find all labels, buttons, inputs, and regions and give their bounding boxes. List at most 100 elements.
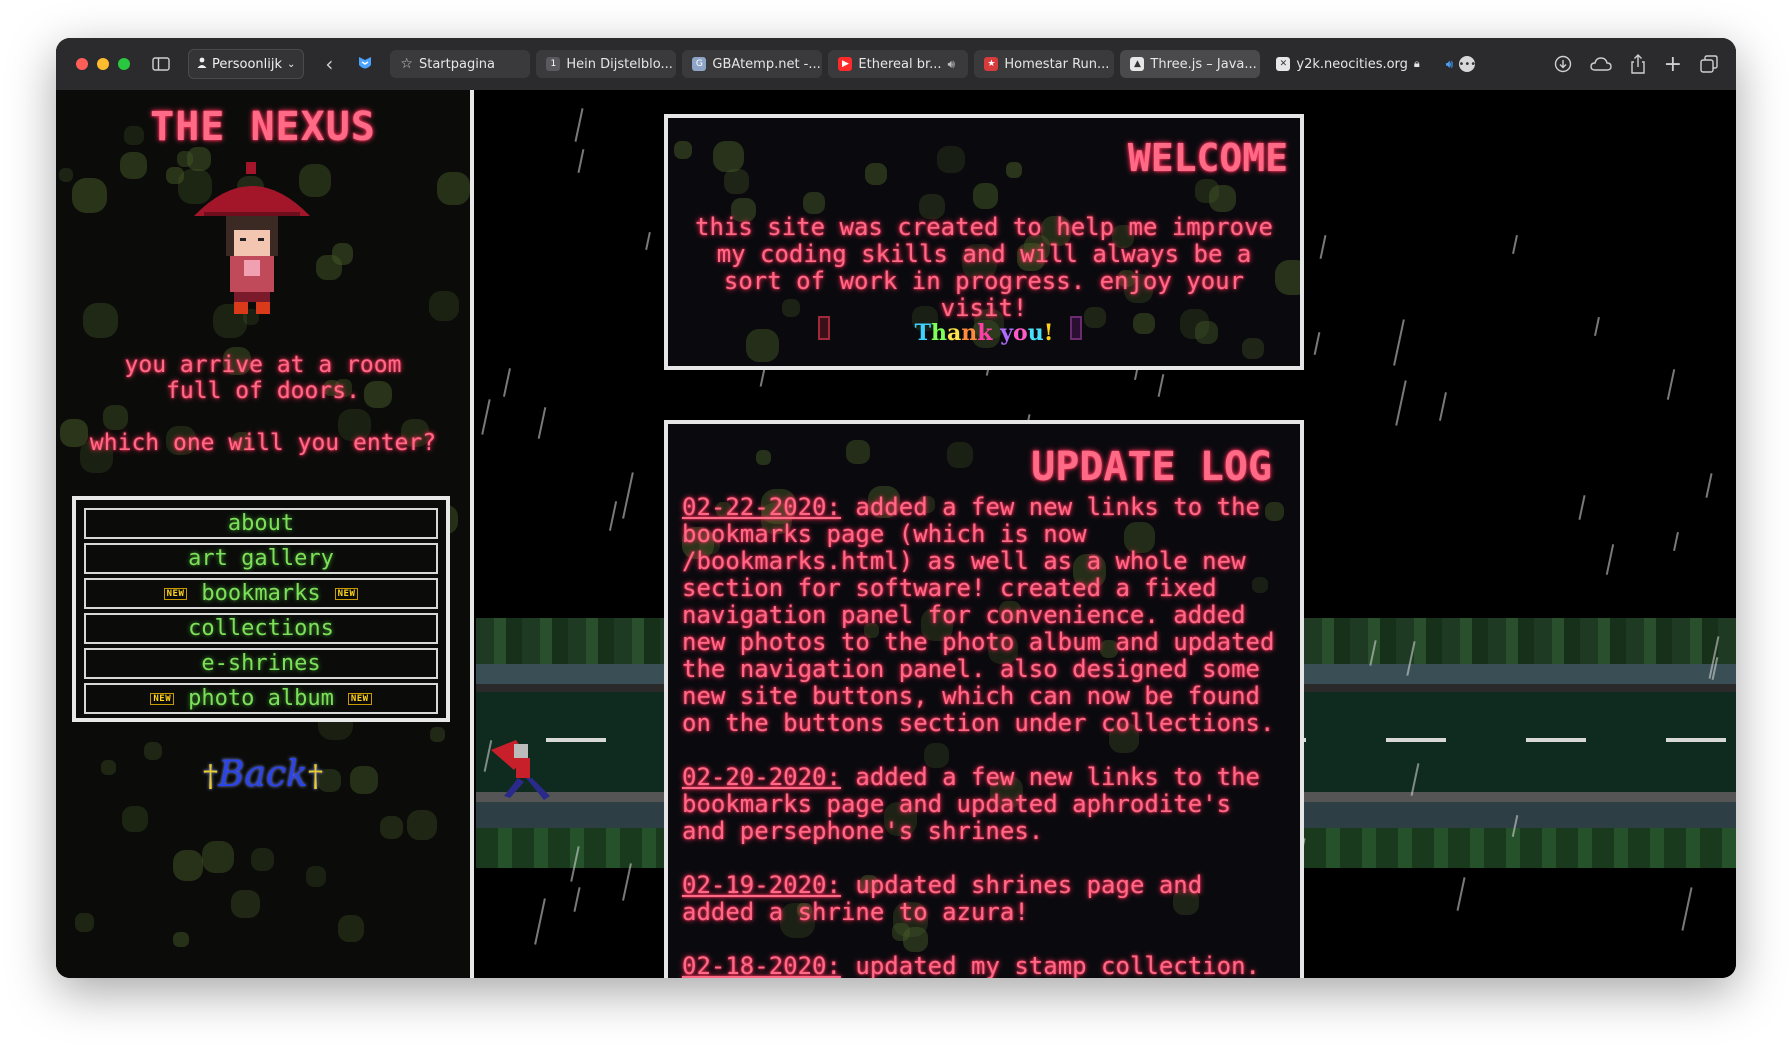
tab-ethereal[interactable]: ▶ Ethereal br... 🔊︎	[828, 50, 969, 78]
log-entry: 02-20-2020: added a few new links to the…	[682, 764, 1288, 845]
share-icon[interactable]	[1630, 54, 1646, 74]
background-pattern-shape	[1195, 179, 1219, 204]
cross-icon: †	[307, 759, 323, 794]
log-entry: 02-22-2020: added a few new links to the…	[682, 494, 1288, 737]
rain-streak	[622, 863, 633, 901]
tab-threejs[interactable]: ▲ Three.js – Java...	[1120, 50, 1261, 78]
nav-collections[interactable]: collections	[84, 613, 438, 644]
background-pattern-shape	[674, 141, 693, 160]
gba-icon: G	[692, 57, 707, 71]
tab-label: Hein Dijstelblo...	[566, 56, 673, 72]
rain-streak	[1705, 473, 1713, 499]
welcome-title: WELCOME	[1127, 136, 1288, 180]
thank-you-letter: k	[977, 320, 993, 346]
umbrella-girl-sprite	[184, 156, 320, 320]
rain-streak	[1578, 494, 1586, 520]
tab-homestar[interactable]: ★ Homestar Run...	[974, 50, 1115, 78]
tab-label: Startpagina	[418, 56, 496, 72]
log-entry: 02-18-2020: updated my stamp collection.	[682, 952, 1288, 979]
rain-streak	[1594, 317, 1601, 337]
person-icon	[197, 57, 207, 72]
tab-label: Homestar Run...	[1004, 56, 1110, 72]
shield-icon[interactable]	[354, 55, 376, 73]
nav-photo-album[interactable]: NEW photo album NEW	[84, 683, 438, 714]
background-pattern-shape	[72, 177, 108, 213]
toolbar-right: +	[1554, 38, 1718, 90]
background-pattern-shape	[802, 192, 825, 215]
tab-gbatemp[interactable]: G GBAtemp.net -...	[682, 50, 823, 78]
site-title: THE NEXUS	[150, 104, 376, 150]
thank-you-letter: n	[961, 320, 978, 346]
minimize-window-button[interactable]	[97, 58, 109, 70]
rain-streak	[1512, 235, 1519, 255]
running-character-sprite	[486, 730, 556, 810]
tab-y2k[interactable]: ✕ y2k.neocities.org 🔒︎ 🔊︎ •••	[1266, 50, 1479, 78]
background-pattern-shape	[972, 183, 999, 209]
background-pattern-shape	[937, 145, 965, 174]
log-date: 02-18-2020:	[682, 952, 841, 979]
close-icon[interactable]: ✕	[1276, 57, 1291, 71]
update-log-panel: UPDATE LOG 02-22-2020: added a few new l…	[664, 420, 1304, 978]
log-text: updated my stamp collection.	[840, 952, 1260, 979]
profile-selector[interactable]: Persoonlijk ⌄	[188, 49, 305, 79]
tab-hein[interactable]: 1 Hein Dijstelblo...	[536, 50, 677, 78]
rain-streak	[644, 231, 651, 250]
rain-streak	[481, 399, 491, 435]
thank-you-letter: o	[1013, 320, 1028, 346]
nav-e-shrines[interactable]: e-shrines	[84, 648, 438, 679]
download-icon[interactable]	[1554, 55, 1572, 73]
background-pattern-shape	[436, 171, 470, 205]
log-entry: 02-19-2020: updated shrines page and add…	[682, 872, 1288, 926]
rain-streak	[1157, 374, 1165, 397]
background-pattern-shape	[406, 810, 437, 841]
background-pattern-shape	[724, 168, 749, 194]
background-pattern-shape	[305, 865, 327, 887]
speaker-icon[interactable]: 🔊︎	[1446, 57, 1454, 72]
background-pattern-shape	[75, 913, 94, 932]
background-pattern-shape	[947, 441, 973, 468]
tab-overview-icon[interactable]	[1700, 55, 1718, 73]
sidebar-toggle-icon[interactable]	[150, 57, 172, 71]
nav-bookmarks[interactable]: NEW bookmarks NEW	[84, 578, 438, 609]
rain-streak	[574, 108, 584, 142]
background-pattern-shape	[83, 302, 119, 338]
thank-you-letter: u	[1027, 320, 1044, 346]
speaker-icon[interactable]: 🔊︎	[948, 57, 956, 72]
background-pattern-shape	[428, 290, 459, 322]
new-tab-icon[interactable]: +	[1664, 52, 1682, 77]
tab-startpagina[interactable]: ☆ Startpagina	[390, 50, 531, 78]
log-date: 02-19-2020:	[682, 871, 841, 899]
tab-bar: ☆ Startpagina 1 Hein Dijstelblo... G GBA…	[390, 50, 1479, 78]
background-pattern-shape	[337, 915, 365, 942]
nav-art-gallery[interactable]: art gallery	[84, 543, 438, 574]
thank-you-text: Thank you!	[668, 320, 1300, 346]
intro-line-2: full of doors.	[166, 378, 360, 404]
nav-label: collections	[188, 616, 334, 641]
nav-label: art gallery	[188, 546, 334, 571]
background-pattern-shape	[713, 140, 744, 172]
cloud-icon[interactable]	[1589, 56, 1612, 72]
back-nav-icon[interactable]: ‹	[320, 52, 338, 76]
page-content: THE NEXUS you arrive at a room full of d…	[56, 90, 1736, 978]
rain-streak	[622, 472, 634, 519]
thank-you-letter: !	[1043, 320, 1054, 346]
thank-you-letter: y	[1000, 320, 1013, 346]
background-pattern-shape	[1006, 162, 1022, 179]
nav-label: bookmarks	[201, 581, 321, 606]
close-window-button[interactable]	[76, 58, 88, 70]
more-icon[interactable]: •••	[1459, 56, 1476, 72]
browser-window: Persoonlijk ⌄ ‹ ☆ Startpagina 1 Hein Dij…	[56, 38, 1736, 978]
log-text: added a few new links to the bookmarks p…	[682, 493, 1275, 737]
background-pattern-shape	[122, 806, 148, 832]
thank-you-letter: T	[914, 320, 932, 346]
rain-streak	[1681, 887, 1693, 931]
rain-streak	[1605, 544, 1614, 575]
back-link[interactable]: †Back†	[56, 754, 470, 795]
page-icon: 1	[546, 57, 561, 71]
background-pattern-shape	[103, 404, 129, 430]
zoom-window-button[interactable]	[118, 58, 130, 70]
background-pattern-shape	[173, 931, 189, 948]
background-pattern-shape	[864, 163, 887, 186]
nav-about[interactable]: about	[84, 508, 438, 539]
chevron-down-icon: ⌄	[287, 58, 296, 70]
